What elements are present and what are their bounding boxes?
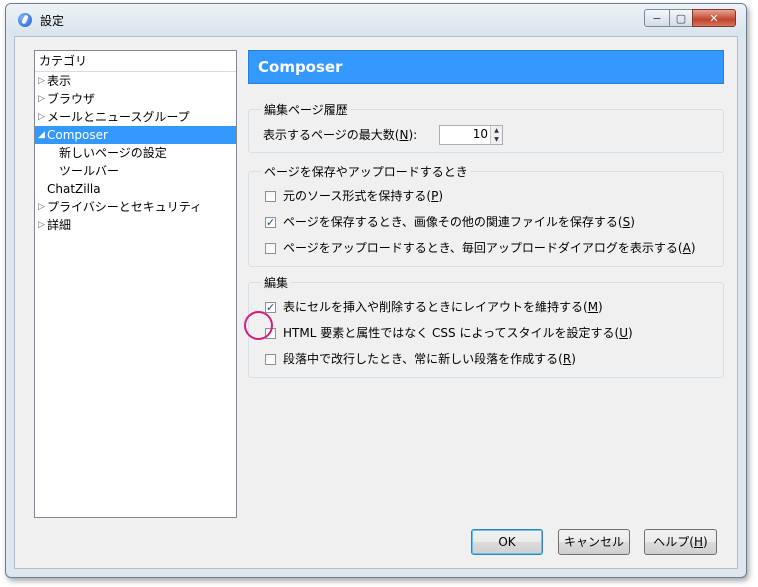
editing-legend: 編集 — [261, 274, 292, 291]
close-icon: ✕ — [709, 11, 719, 25]
show-upload-dialog-checkbox[interactable] — [265, 242, 276, 254]
maximize-button[interactable]: ▢ — [669, 9, 693, 27]
tree-item-label: Composer — [47, 128, 108, 142]
tree-item-label: 新しいページの設定 — [59, 146, 167, 160]
keep-source-format-label: 元のソース形式を保持する(P) — [283, 189, 444, 203]
category-header: カテゴリ — [35, 51, 236, 72]
tree-item-label: ツールバー — [59, 164, 120, 178]
spin-down-icon[interactable]: ▼ — [491, 135, 502, 144]
save-upload-group: ページを保存やアップロードするとき 元のソース形式を保持する(P) ページを保存… — [248, 163, 724, 267]
show-upload-dialog-option[interactable]: ページをアップロードするとき、毎回アップロードダイアログを表示する(A) — [265, 239, 696, 257]
expand-icon[interactable]: ▷ — [38, 72, 45, 90]
show-upload-dialog-label: ページをアップロードするとき、毎回アップロードダイアログを表示する(A) — [283, 241, 696, 255]
new-paragraph-on-return-checkbox[interactable] — [265, 353, 276, 365]
ok-button[interactable]: OK — [471, 529, 543, 555]
use-css-styles-checkbox[interactable] — [265, 327, 276, 339]
new-paragraph-on-return-label: 段落中で改行したとき、常に新しい段落を作成する(R) — [283, 352, 576, 366]
tree-item-browser[interactable]: ▷ ブラウザ — [35, 90, 236, 108]
max-pages-label: 表示するページの最大数(N): — [263, 128, 418, 142]
save-related-files-checkbox[interactable] — [265, 214, 276, 232]
minimize-icon: − — [652, 11, 662, 25]
tree-item-mail-news[interactable]: ▷ メールとニュースグループ — [35, 108, 236, 126]
page-history-legend: 編集ページ履歴 — [261, 101, 351, 118]
tree-item-display[interactable]: ▷ 表示 — [35, 72, 236, 90]
cancel-button[interactable]: キャンセル — [558, 529, 630, 555]
tree-item-privacy-security[interactable]: ▷ プライバシーとセキュリティ — [35, 198, 236, 216]
category-tree[interactable]: カテゴリ ▷ 表示 ▷ ブラウザ ▷ メールとニュースグループ ◢ Composer 新… — [34, 50, 237, 518]
new-paragraph-on-return-option[interactable]: 段落中で改行したとき、常に新しい段落を作成する(R) — [265, 350, 576, 368]
spin-up-icon[interactable]: ▲ — [491, 126, 502, 135]
tree-item-chatzilla[interactable]: ChatZilla — [35, 180, 236, 198]
category-list: ▷ 表示 ▷ ブラウザ ▷ メールとニュースグループ ◢ Composer 新しいページ… — [35, 72, 236, 234]
editing-group: 編集 表にセルを挿入や削除するときにレイアウトを維持する(M) HTML 要素と… — [248, 274, 724, 378]
keep-source-format-checkbox[interactable] — [265, 190, 276, 202]
app-icon — [18, 13, 32, 27]
panel-title: Composer — [248, 50, 724, 84]
expand-icon[interactable]: ▷ — [38, 108, 45, 126]
maximize-icon: ▢ — [675, 11, 687, 25]
tree-item-label: ブラウザ — [47, 92, 96, 106]
tree-item-composer[interactable]: ◢ Composer — [35, 126, 236, 144]
expand-icon[interactable]: ▷ — [38, 198, 45, 216]
window-title: 設定 — [40, 14, 65, 28]
tree-item-label: メールとニュースグループ — [47, 110, 190, 124]
title-bar[interactable]: 設定 − ▢ ✕ — [6, 4, 746, 36]
tree-item-label: ChatZilla — [47, 182, 101, 196]
tree-item-label: 表示 — [47, 74, 72, 88]
minimize-button[interactable]: − — [644, 9, 670, 27]
save-upload-legend: ページを保存やアップロードするとき — [261, 163, 471, 180]
help-button[interactable]: ヘルプ(H) — [644, 529, 717, 555]
spin-buttons: ▲ ▼ — [490, 126, 502, 144]
use-css-styles-option[interactable]: HTML 要素と属性ではなく CSS によってスタイルを設定する(U) — [265, 324, 633, 342]
expand-icon[interactable]: ▷ — [38, 216, 45, 234]
tree-item-advanced[interactable]: ▷ 詳細 — [35, 216, 236, 234]
max-pages-value[interactable]: 10 — [473, 127, 488, 141]
maintain-table-layout-label: 表にセルを挿入や削除するときにレイアウトを維持する(M) — [283, 300, 603, 314]
dialog-body: カテゴリ ▷ 表示 ▷ ブラウザ ▷ メールとニュースグループ ◢ Composer 新… — [14, 36, 738, 569]
tree-item-toolbar[interactable]: ツールバー — [35, 162, 236, 180]
save-related-files-option[interactable]: ページを保存するとき、画像その他の関連ファイルを保存する(S) — [265, 213, 635, 232]
keep-source-format-option[interactable]: 元のソース形式を保持する(P) — [265, 187, 443, 205]
tree-item-label: 詳細 — [47, 218, 72, 232]
use-css-styles-label: HTML 要素と属性ではなく CSS によってスタイルを設定する(U) — [283, 326, 633, 340]
tree-item-new-page-settings[interactable]: 新しいページの設定 — [35, 144, 236, 162]
close-button[interactable]: ✕ — [692, 9, 736, 27]
maintain-table-layout-checkbox[interactable] — [265, 299, 276, 317]
settings-window: 設定 − ▢ ✕ カテゴリ ▷ 表示 ▷ ブラウザ ▷ メールとニュースグループ ◢ C… — [5, 3, 747, 578]
maintain-table-layout-option[interactable]: 表にセルを挿入や削除するときにレイアウトを維持する(M) — [265, 298, 603, 317]
max-pages-spinbox[interactable]: 10 ▲ ▼ — [439, 125, 503, 145]
save-related-files-label: ページを保存するとき、画像その他の関連ファイルを保存する(S) — [283, 215, 635, 229]
collapse-icon[interactable]: ◢ — [38, 126, 45, 144]
page-history-group: 編集ページ履歴 表示するページの最大数(N): 10 ▲ ▼ — [248, 101, 724, 153]
expand-icon[interactable]: ▷ — [38, 90, 45, 108]
tree-item-label: プライバシーとセキュリティ — [47, 200, 203, 214]
